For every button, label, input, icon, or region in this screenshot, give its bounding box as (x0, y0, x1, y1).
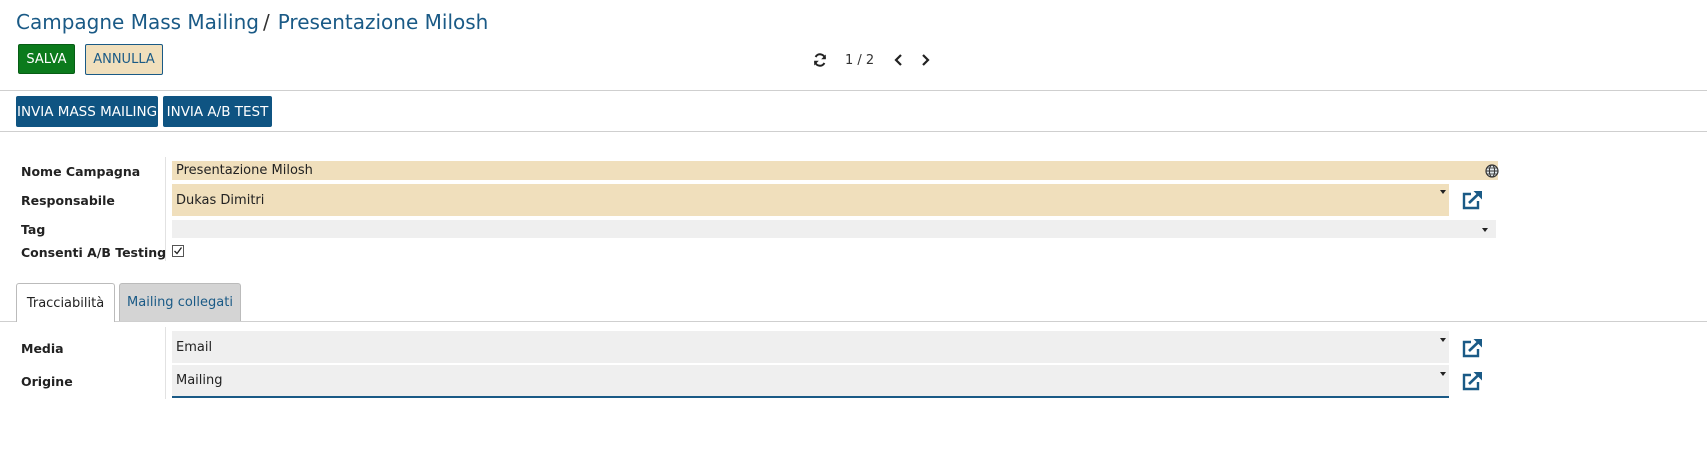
chevron-right-icon[interactable] (912, 50, 938, 70)
chevron-down-icon (1440, 338, 1446, 342)
cancel-button[interactable]: ANNULLA (85, 44, 163, 75)
pager-counter: 1 / 2 (845, 52, 875, 68)
responsible-select[interactable]: Dukas Dimitri (172, 184, 1449, 216)
breadcrumb-parent-link[interactable]: Campagne Mass Mailing (16, 10, 259, 34)
save-button[interactable]: SALVA (18, 44, 75, 74)
pager: 1 / 2 (807, 50, 938, 70)
tab-mailing-collegati[interactable]: Mailing collegati (119, 283, 241, 321)
breadcrumb: Campagne Mass Mailing / Presentazione Milo… (16, 10, 488, 34)
source-label: Origine (21, 374, 73, 389)
media-select[interactable]: Email (172, 331, 1449, 363)
tab-tracciabilita[interactable]: Tracciabilità (16, 283, 115, 322)
chevron-left-icon[interactable] (886, 50, 912, 70)
tag-select[interactable] (172, 220, 1496, 238)
source-value: Mailing (176, 373, 223, 388)
breadcrumb-separator: / (262, 10, 270, 34)
ab-testing-label: Consenti A/B Testing (21, 245, 167, 260)
chevron-down-icon (1482, 228, 1488, 232)
source-select[interactable]: Mailing (172, 365, 1449, 398)
control-panel-divider (0, 90, 1707, 91)
external-link-icon[interactable] (1460, 337, 1484, 359)
send-mass-mailing-button[interactable]: INVIA MASS MAILING (16, 96, 158, 127)
page-title: Presentazione Milosh (277, 10, 489, 34)
external-link-icon[interactable] (1460, 189, 1484, 211)
translate-globe-icon[interactable] (1485, 163, 1499, 178)
chevron-down-icon (1440, 372, 1446, 376)
media-value: Email (176, 339, 213, 355)
header-divider (0, 131, 1707, 132)
media-label: Media (21, 341, 64, 356)
send-ab-test-button[interactable]: INVIA A/B TEST (163, 96, 272, 127)
refresh-icon[interactable] (807, 50, 833, 70)
responsible-value: Dukas Dimitri (176, 192, 265, 208)
responsible-label: Responsabile (21, 193, 115, 208)
chevron-down-icon (1440, 190, 1446, 194)
tab-bar-divider (0, 321, 1707, 322)
tag-label: Tag (21, 222, 46, 237)
tab-label-separator (165, 327, 166, 399)
campaign-name-value: Presentazione Milosh (176, 163, 313, 178)
campaign-name-field[interactable]: Presentazione Milosh (172, 161, 1498, 180)
ab-testing-checkbox[interactable] (172, 245, 184, 257)
campaign-name-label: Nome Campagna (21, 164, 141, 179)
external-link-icon[interactable] (1460, 370, 1484, 392)
